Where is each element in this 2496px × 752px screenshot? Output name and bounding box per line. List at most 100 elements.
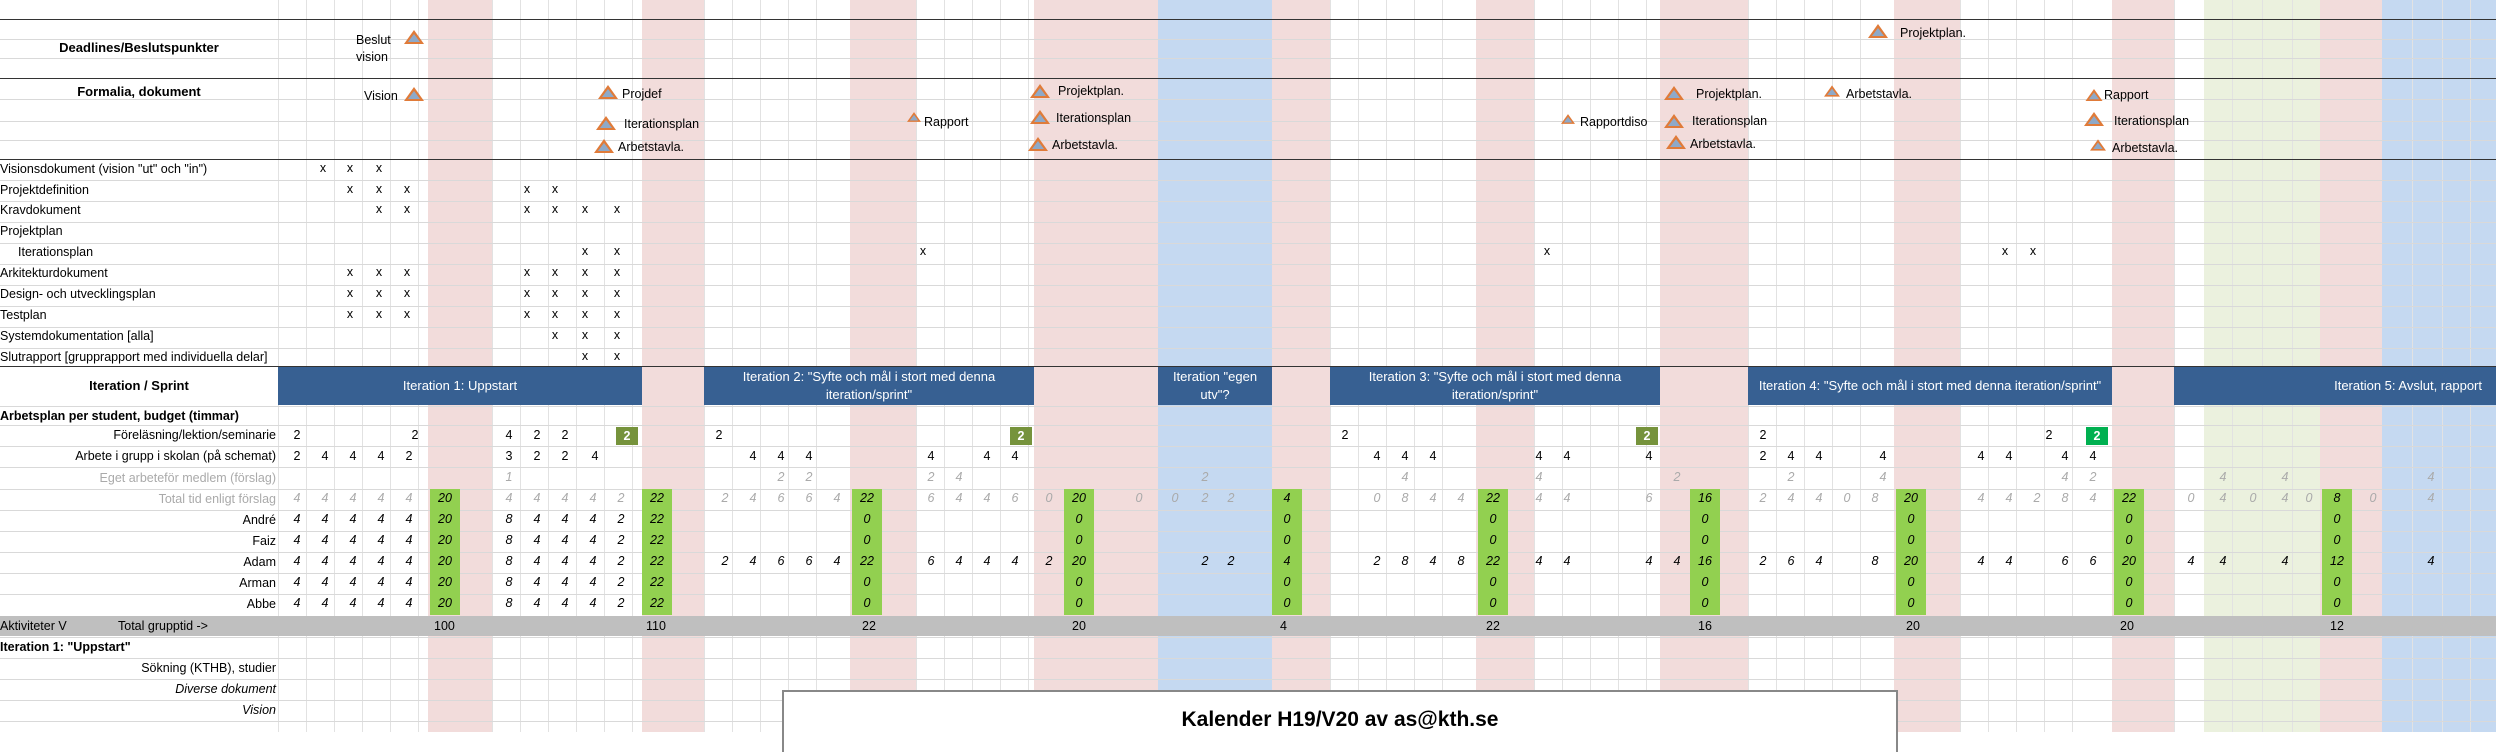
x-mark: x xyxy=(581,328,589,342)
grid-number: 4 xyxy=(2061,470,2069,484)
grid-number: 2 xyxy=(561,428,569,442)
iteration-bar[interactable]: Iteration "egen utv"? xyxy=(1158,367,1272,405)
grid-number: 4 xyxy=(2219,554,2227,568)
grid-number: 4 xyxy=(2089,449,2097,463)
triangle-marker-icon xyxy=(2085,89,2103,101)
doc-row-label: Kravdokument xyxy=(0,203,81,217)
grid-number: 8 xyxy=(1871,554,1879,568)
grid-number: 0 xyxy=(1075,512,1083,526)
highlighted-cell: 2 xyxy=(616,427,638,445)
grid-number: 6 xyxy=(927,491,935,505)
grid-number: 4 xyxy=(2427,554,2435,568)
formalia-header: Formalia, dokument xyxy=(77,84,201,99)
triangle-marker-icon xyxy=(1868,24,1888,38)
grid-number: 4 xyxy=(2219,491,2227,505)
triangle-marker-icon xyxy=(404,30,424,44)
grid-number: 4 xyxy=(1673,554,1681,568)
grid-number: 2 xyxy=(617,596,625,610)
grid-number: 4 xyxy=(533,533,541,547)
grid-number: 22 xyxy=(2122,491,2136,505)
iteration-bar[interactable]: Iteration 4: "Syfte och mål i stort med … xyxy=(1748,367,2112,405)
grid-number: 4 xyxy=(561,596,569,610)
grid-number: 0 xyxy=(1283,596,1291,610)
total-value: 20 xyxy=(1906,619,1920,633)
plan-row-label: Total tid enligt förslag xyxy=(158,492,276,506)
grid-number: 4 xyxy=(1535,449,1543,463)
grid-number: 4 xyxy=(2219,470,2227,484)
grid-number: 4 xyxy=(983,449,991,463)
grid-number: 2 xyxy=(1201,554,1209,568)
grid-number: 0 xyxy=(2125,512,2133,526)
grid-number: 4 xyxy=(1283,554,1291,568)
grid-number: 4 xyxy=(589,491,597,505)
grid-number: 4 xyxy=(533,596,541,610)
grid-number: 4 xyxy=(833,554,841,568)
grid-number: 4 xyxy=(1563,491,1571,505)
iteration-bar[interactable]: Iteration 2: "Syfte och mål i stort med … xyxy=(704,367,1034,405)
grid-number: 8 xyxy=(1401,554,1409,568)
x-mark: x xyxy=(551,328,559,342)
grid-number: 6 xyxy=(1011,491,1019,505)
x-mark: x xyxy=(551,202,559,216)
grid-number: 0 xyxy=(2125,596,2133,610)
grid-number: 4 xyxy=(2005,491,2013,505)
x-mark: x xyxy=(346,307,354,321)
total-value: 20 xyxy=(1072,619,1086,633)
grid-number: 4 xyxy=(1645,449,1653,463)
grid-number: 2 xyxy=(405,449,413,463)
grid-number: 4 xyxy=(1879,470,1887,484)
member-name: André xyxy=(242,513,276,527)
grid-number: 4 xyxy=(349,554,357,568)
grid-number: 8 xyxy=(2061,491,2069,505)
grid-number: 4 xyxy=(1535,491,1543,505)
deadline-label: Beslut vision xyxy=(356,33,391,64)
grid-hline xyxy=(0,180,2496,181)
grid-number: 8 xyxy=(1457,554,1465,568)
grid-number: 4 xyxy=(2427,470,2435,484)
grid-number: 8 xyxy=(1871,491,1879,505)
grid-number: 4 xyxy=(321,554,329,568)
grid-number: 20 xyxy=(1072,491,1086,505)
grid-number: 4 xyxy=(377,554,385,568)
x-mark: x xyxy=(375,307,383,321)
grid-number: 4 xyxy=(2187,554,2195,568)
grid-number: 2 xyxy=(1787,470,1795,484)
x-mark: x xyxy=(523,202,531,216)
iteration-bar[interactable]: Iteration 3: "Syfte och mål i stort med … xyxy=(1330,367,1660,405)
grid-number: 4 xyxy=(983,491,991,505)
grid-number: 2 xyxy=(805,470,813,484)
grid-number: 0 xyxy=(2125,575,2133,589)
grid-number: 2 xyxy=(2045,428,2053,442)
grid-number: 0 xyxy=(863,533,871,547)
iteration-bar[interactable]: Iteration 5: Avslut, rapport xyxy=(2174,367,2496,405)
member-name: Adam xyxy=(243,555,276,569)
doc-row-label: Iterationsplan xyxy=(18,245,94,259)
triangle-marker-icon xyxy=(1664,86,1684,100)
x-mark: x xyxy=(375,161,383,175)
grid-number: 4 xyxy=(405,512,413,526)
x-mark: x xyxy=(581,202,589,216)
total-value: 20 xyxy=(2120,619,2134,633)
grid-number: 2 xyxy=(1759,554,1767,568)
grid-number: 2 xyxy=(715,428,723,442)
grid-number: 2 xyxy=(1201,470,1209,484)
grid-number: 16 xyxy=(1698,491,1712,505)
grid-number: 2 xyxy=(617,554,625,568)
calendar-embedded-chart[interactable]: Kalender H19/V20 av as@kth.se xyxy=(782,690,1898,752)
grid-number: 2 xyxy=(2033,491,2041,505)
iteration-bar[interactable]: Iteration 1: Uppstart xyxy=(278,367,642,405)
grid-number: 12 xyxy=(2330,554,2344,568)
grid-number: 8 xyxy=(505,596,513,610)
spreadsheet[interactable]: Deadlines/Beslutspunkter Formalia, dokum… xyxy=(0,0,2496,752)
grid-number: 20 xyxy=(1904,554,1918,568)
grid-number: 2 xyxy=(1673,470,1681,484)
doc-row-label: Design- och utvecklingsplan xyxy=(0,287,156,301)
grid-number: 4 xyxy=(293,512,301,526)
grid-number: 1 xyxy=(505,470,513,484)
x-mark: x xyxy=(523,286,531,300)
section-row-label: Sökning (KTHB), studier xyxy=(141,661,276,675)
grid-number: 4 xyxy=(293,596,301,610)
grid-number: 0 xyxy=(1283,512,1291,526)
grid-number: 2 xyxy=(1045,554,1053,568)
grid-number: 0 xyxy=(1907,575,1915,589)
